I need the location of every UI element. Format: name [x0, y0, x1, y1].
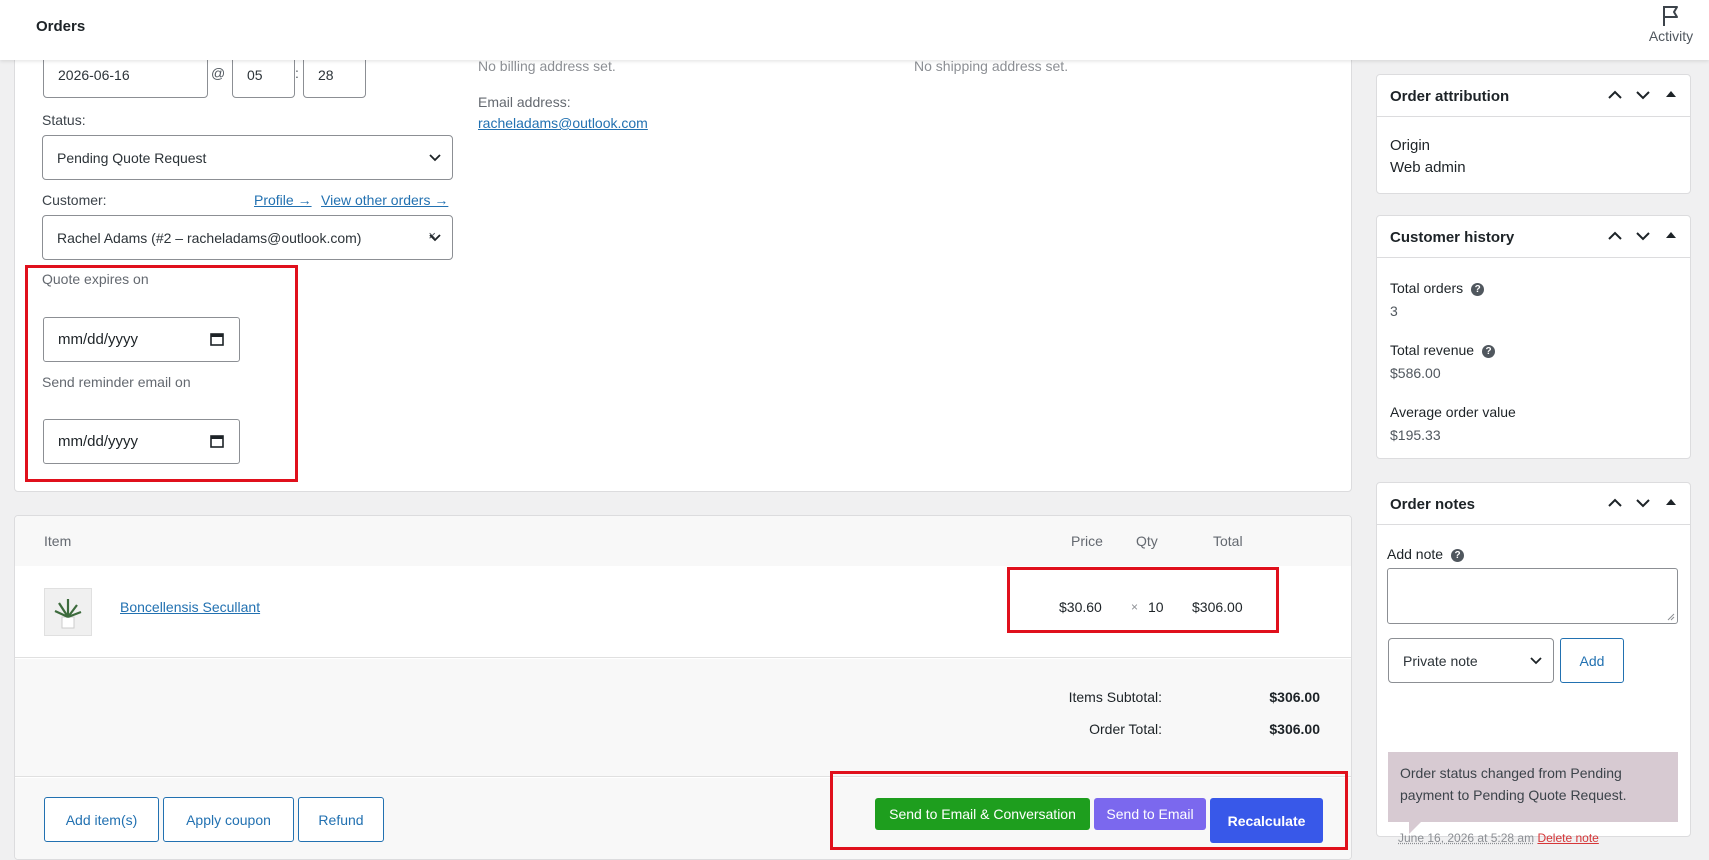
times-sign: ×: [1131, 600, 1139, 614]
customer-select[interactable]: Rachel Adams (#2 – racheladams@outlook.c…: [42, 215, 453, 260]
order-attribution-panel: Order attribution Origin Web admin: [1376, 74, 1691, 194]
order-notes-panel: Order notes Add note? Private note Add O…: [1376, 482, 1691, 845]
origin-label: Origin: [1390, 137, 1431, 154]
order-details-panel: 2026-06-16 @ 05 : 28 Status: Pending Quo…: [14, 40, 1352, 492]
activity-button[interactable]: Activity: [1641, 4, 1701, 44]
collapse-icon[interactable]: [1665, 495, 1677, 511]
customer-value: Rachel Adams (#2 – racheladams@outlook.c…: [57, 229, 362, 246]
chevron-down-icon[interactable]: [1635, 495, 1651, 511]
item-qty: 10: [1148, 599, 1164, 615]
calendar-icon: [210, 333, 224, 346]
reminder-label: Send reminder email on: [42, 374, 191, 390]
product-link[interactable]: Boncellensis Secullant: [120, 599, 260, 615]
items-subtotal-value: $306.00: [1269, 689, 1320, 705]
qty-column-header: Qty: [1136, 533, 1158, 549]
origin-value: Web admin: [1390, 159, 1466, 176]
order-attribution-title: Order attribution: [1390, 88, 1510, 105]
add-note-row: Add note?: [1387, 546, 1465, 562]
quote-expires-date-input[interactable]: mm/dd/yyyy: [43, 317, 240, 362]
note-textarea[interactable]: [1387, 568, 1678, 624]
product-thumbnail: [44, 588, 92, 636]
note-timestamp: June 16, 2026 at 5:28 am: [1398, 831, 1535, 845]
view-other-orders-link[interactable]: View other orders →: [321, 192, 448, 208]
panel-header: Customer history: [1377, 216, 1690, 258]
profile-link[interactable]: Profile →: [254, 192, 312, 208]
panel-header: Order notes: [1377, 483, 1690, 525]
total-revenue-row: Total revenue?: [1390, 342, 1496, 358]
note-type-value: Private note: [1403, 652, 1478, 669]
total-revenue-value: $586.00: [1390, 365, 1441, 381]
email-label: Email address:: [478, 94, 571, 110]
chevron-up-icon[interactable]: [1607, 495, 1623, 511]
chevron-down-icon: [429, 153, 441, 161]
help-icon[interactable]: ?: [1471, 282, 1485, 296]
status-label: Status:: [42, 112, 86, 128]
chevron-down-icon: [429, 233, 441, 241]
chevron-up-icon[interactable]: [1607, 87, 1623, 103]
total-orders-label: Total orders: [1390, 280, 1464, 296]
reminder-placeholder: mm/dd/yyyy: [58, 433, 139, 450]
order-totals: Items Subtotal: $306.00 Order Total: $30…: [15, 659, 1351, 777]
time-colon: :: [295, 65, 299, 81]
quote-expires-placeholder: mm/dd/yyyy: [58, 331, 139, 348]
panel-header: Order attribution: [1377, 75, 1690, 117]
customer-label: Customer:: [42, 192, 107, 208]
reminder-date-input[interactable]: mm/dd/yyyy: [43, 419, 240, 464]
order-total-label: Order Total:: [1089, 721, 1162, 737]
item-price: $30.60: [1059, 599, 1102, 615]
at-symbol: @: [211, 65, 226, 81]
help-icon[interactable]: ?: [1451, 548, 1465, 562]
total-orders-value: 3: [1390, 303, 1398, 319]
note-meta-row: June 16, 2026 at 5:28 am Delete note: [1398, 831, 1599, 845]
aov-value: $195.33: [1390, 427, 1441, 443]
total-revenue-label: Total revenue: [1390, 342, 1475, 358]
total-orders-row: Total orders?: [1390, 280, 1485, 296]
price-column-header: Price: [1071, 533, 1103, 549]
add-note-label: Add note: [1387, 546, 1444, 562]
activity-label: Activity: [1648, 28, 1694, 44]
apply-coupon-button[interactable]: Apply coupon: [163, 797, 294, 842]
recalculate-button[interactable]: Recalculate: [1210, 798, 1323, 843]
add-items-button[interactable]: Add item(s): [44, 797, 159, 842]
help-icon[interactable]: ?: [1482, 344, 1496, 358]
order-total-value: $306.00: [1269, 721, 1320, 737]
order-items-panel: Item Price Qty Total Boncellensis Secull…: [14, 515, 1352, 860]
collapse-icon[interactable]: [1665, 87, 1677, 103]
note-type-select[interactable]: Private note: [1388, 638, 1554, 683]
order-note: Order status changed from Pending paymen…: [1388, 752, 1678, 822]
delete-note-link[interactable]: Delete note: [1537, 831, 1598, 845]
chevron-up-icon[interactable]: [1607, 228, 1623, 244]
quote-expires-label: Quote expires on: [42, 271, 149, 287]
status-select[interactable]: Pending Quote Request: [42, 135, 453, 180]
refund-button[interactable]: Refund: [298, 797, 384, 842]
send-to-email-button[interactable]: Send to Email: [1094, 798, 1206, 830]
items-header: Item Price Qty Total: [15, 516, 1351, 566]
chevron-down-icon[interactable]: [1635, 228, 1651, 244]
aov-label: Average order value: [1390, 404, 1516, 420]
order-actions: Add item(s) Apply coupon Refund Send to …: [15, 778, 1351, 859]
flag-icon: [1663, 6, 1678, 26]
shipping-address-text: No shipping address set.: [914, 58, 1069, 74]
item-total: $306.00: [1192, 599, 1243, 615]
customer-history-panel: Customer history Total orders? 3 Total r…: [1376, 215, 1691, 459]
status-value: Pending Quote Request: [57, 149, 207, 166]
total-column-header: Total: [1213, 533, 1243, 549]
items-subtotal-label: Items Subtotal:: [1068, 689, 1162, 705]
chevron-down-icon[interactable]: [1635, 87, 1651, 103]
chevron-down-icon: [1530, 656, 1542, 664]
top-bar: Orders Activity: [0, 0, 1709, 60]
calendar-icon: [210, 435, 224, 448]
order-notes-title: Order notes: [1390, 496, 1476, 513]
page-title: Orders: [36, 18, 86, 35]
send-to-email-conversation-button[interactable]: Send to Email & Conversation: [875, 798, 1090, 830]
resize-handle-icon[interactable]: [1667, 613, 1675, 621]
customer-email-link[interactable]: racheladams@outlook.com: [478, 115, 648, 131]
add-note-button[interactable]: Add: [1560, 638, 1624, 683]
table-row: Boncellensis Secullant $30.60 × 10 $306.…: [15, 566, 1351, 658]
customer-history-title: Customer history: [1390, 229, 1515, 246]
item-column-header: Item: [44, 533, 72, 549]
collapse-icon[interactable]: [1665, 228, 1677, 244]
billing-address-text: No billing address set.: [478, 58, 616, 74]
